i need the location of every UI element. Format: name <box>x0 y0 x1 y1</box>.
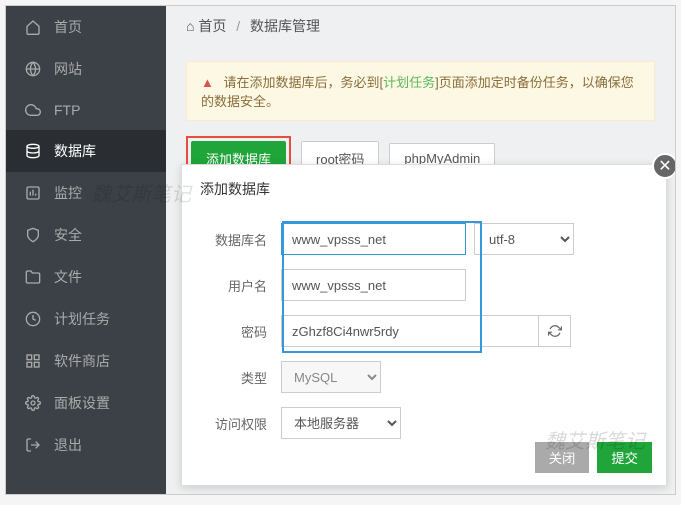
clock-icon <box>24 310 42 328</box>
sidebar-item-home[interactable]: 首页 <box>6 6 166 48</box>
sidebar-item-files[interactable]: 文件 <box>6 256 166 298</box>
shield-icon <box>24 226 42 244</box>
sidebar-label: 计划任务 <box>54 309 110 329</box>
charset-select[interactable]: utf-8 <box>474 223 574 255</box>
sidebar-label: 监控 <box>54 183 82 203</box>
label-user: 用户名 <box>197 276 267 295</box>
logout-icon <box>24 436 42 454</box>
sidebar-label: 网站 <box>54 59 82 79</box>
gear-icon <box>24 394 42 412</box>
username-input[interactable] <box>281 269 466 301</box>
sidebar-label: 软件商店 <box>54 351 110 371</box>
label-dbname: 数据库名 <box>197 230 267 249</box>
sidebar-item-settings[interactable]: 面板设置 <box>6 382 166 424</box>
label-type: 类型 <box>197 368 267 387</box>
dbname-input[interactable] <box>281 223 466 255</box>
sidebar-label: 安全 <box>54 225 82 245</box>
close-icon[interactable]: ✕ <box>652 153 676 179</box>
modal-footer: 关闭 提交 <box>535 442 652 473</box>
alert-link[interactable]: 计划任务 <box>383 75 435 90</box>
sidebar-item-database[interactable]: 数据库 <box>6 130 166 172</box>
add-database-modal: ✕ 添加数据库 数据库名 utf-8 用户名 密码 <box>181 164 667 486</box>
sidebar-item-ftp[interactable]: FTP <box>6 90 166 130</box>
modal-title: 添加数据库 <box>182 165 666 213</box>
alert-prefix: 请在添加数据库后，务必到[ <box>224 75 384 90</box>
cloud-icon <box>24 101 42 119</box>
type-select[interactable]: MySQL <box>281 361 381 393</box>
sidebar-label: FTP <box>54 102 80 118</box>
breadcrumb-current: 数据库管理 <box>250 18 320 34</box>
sidebar-item-site[interactable]: 网站 <box>6 48 166 90</box>
breadcrumb-sep: / <box>236 18 240 34</box>
home-icon: ⌂ <box>186 18 194 34</box>
folder-icon <box>24 268 42 286</box>
cancel-button[interactable]: 关闭 <box>535 442 590 473</box>
globe-icon <box>24 60 42 78</box>
breadcrumb-home[interactable]: 首页 <box>198 18 226 34</box>
sidebar-label: 退出 <box>54 435 82 455</box>
refresh-icon <box>548 324 562 338</box>
chart-icon <box>24 184 42 202</box>
sidebar-label: 首页 <box>54 17 82 37</box>
sidebar-label: 数据库 <box>54 141 96 161</box>
regenerate-password-button[interactable] <box>539 315 571 347</box>
home-icon <box>24 18 42 36</box>
alert-banner: ▲ 请在添加数据库后，务必到[计划任务]页面添加定时备份任务，以确保您的数据安全… <box>186 61 655 121</box>
sidebar-item-security[interactable]: 安全 <box>6 214 166 256</box>
submit-button[interactable]: 提交 <box>597 442 652 473</box>
grid-icon <box>24 352 42 370</box>
label-pwd: 密码 <box>197 322 267 341</box>
modal-form: 数据库名 utf-8 用户名 密码 类型 MySQL <box>182 213 666 463</box>
breadcrumb: ⌂ 首页 / 数据库管理 <box>166 6 675 46</box>
sidebar-item-monitor[interactable]: 监控 <box>6 172 166 214</box>
label-access: 访问权限 <box>197 414 267 433</box>
sidebar-item-logout[interactable]: 退出 <box>6 424 166 466</box>
warning-icon: ▲ <box>201 75 214 90</box>
access-select[interactable]: 本地服务器 <box>281 407 401 439</box>
sidebar-item-cron[interactable]: 计划任务 <box>6 298 166 340</box>
sidebar-label: 文件 <box>54 267 82 287</box>
sidebar-item-store[interactable]: 软件商店 <box>6 340 166 382</box>
sidebar: 首页 网站 FTP 数据库 监控 安全 文件 计划任务 <box>6 6 166 494</box>
sidebar-label: 面板设置 <box>54 393 110 413</box>
database-icon <box>24 142 42 160</box>
password-input[interactable] <box>281 315 539 347</box>
